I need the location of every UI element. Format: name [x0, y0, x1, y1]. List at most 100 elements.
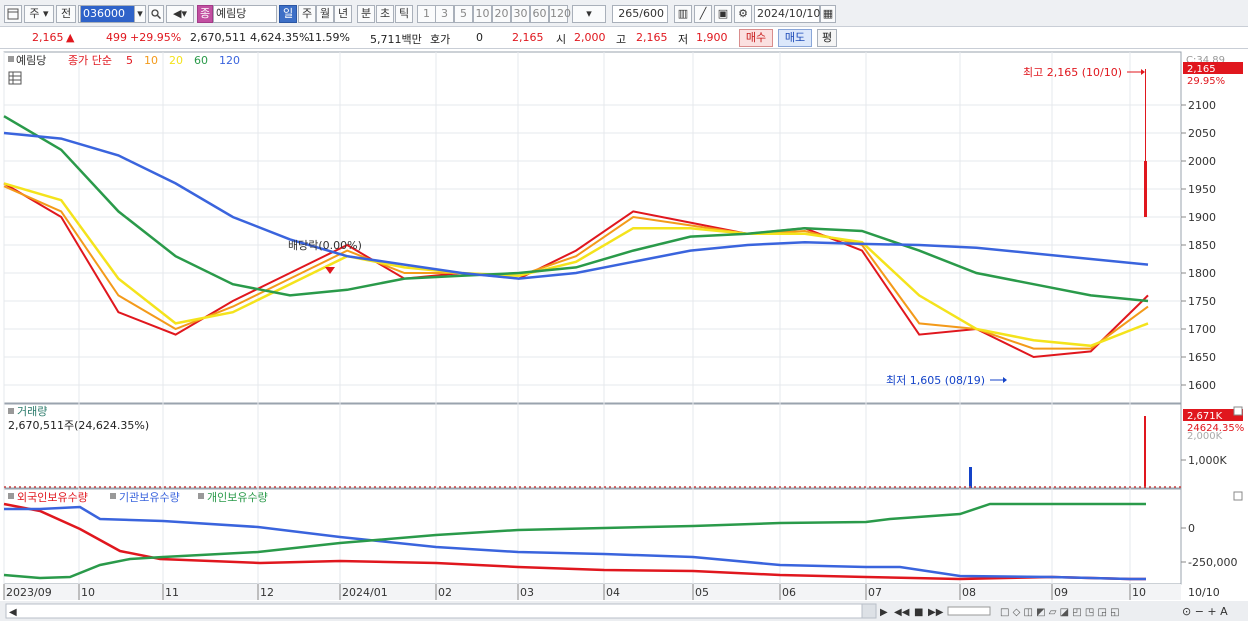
speaker-icon[interactable]: ◀▾ [166, 5, 194, 23]
interval-button-3[interactable]: 3 [435, 5, 454, 23]
quote-bar: 2,165 ▲ 499 +29.95% 2,670,511 4,624.35% … [0, 27, 1248, 49]
volume-value: 2,670,511 [190, 31, 246, 44]
x-tick-label: 07 [868, 586, 882, 599]
volume-menu-icon[interactable] [8, 408, 14, 414]
max-price-label: 최고 2,165 (10/10) [1023, 66, 1122, 79]
x-tick-label: 05 [695, 586, 709, 599]
count-input[interactable]: 265/600 [612, 5, 668, 23]
market-badge: 종 [197, 5, 213, 23]
draw-tool-icon[interactable]: ╱ [694, 5, 712, 23]
up-arrow-icon: ▲ [66, 31, 75, 44]
volume-pane-close-icon[interactable] [1233, 406, 1243, 416]
candle-icon[interactable]: ▥ [674, 5, 692, 23]
period-button-3[interactable]: 년 [334, 5, 352, 23]
interval-button-5[interactable]: 5 [454, 5, 473, 23]
change-percent: +29.95% [130, 31, 182, 44]
period-select[interactable]: 주 ▾ [24, 5, 54, 23]
holding-legend-label: 개인보유수량 [207, 491, 268, 504]
open-value: 2,000 [574, 31, 606, 44]
holding-pane-close-icon[interactable] [1233, 491, 1243, 501]
period-button-4[interactable]: 분 [357, 5, 375, 23]
period-button-0[interactable]: 일 [279, 5, 297, 23]
stop-icon[interactable]: ■ [914, 607, 923, 618]
sell-button[interactable]: 매도 [778, 29, 812, 47]
x-tick-label: 2023/09 [6, 586, 52, 599]
extra-select[interactable]: ▾ [572, 5, 606, 23]
scrollbar-track[interactable] [5, 603, 877, 619]
low-label: 저 [678, 33, 689, 46]
quote-price: 2,165 [512, 31, 544, 44]
buy-button[interactable]: 매수 [739, 29, 773, 47]
save-icon[interactable]: ▣ [714, 5, 732, 23]
current-price-tag: 2,165 [1187, 64, 1216, 75]
holding-legend-label: 기관보유수량 [119, 491, 180, 504]
calendar-icon[interactable]: ▦ [820, 5, 836, 23]
scroll-left-icon[interactable]: ◀ [9, 607, 17, 618]
scrollbar-thumb[interactable] [861, 603, 877, 619]
dividend-label: 배당락(0.00%) [288, 239, 362, 252]
volume-spike-bar [969, 467, 972, 488]
high-value: 2,165 [636, 31, 668, 44]
ma-legend-120: 120 [219, 54, 240, 67]
interval-button-60[interactable]: 60 [530, 5, 549, 23]
tool-icons[interactable]: □ ◇ ◫ ◩ ▱ ◪ ◰ ◳ ◲ ◱ [1000, 607, 1120, 618]
holding-legend-marker [110, 493, 116, 499]
layout-icon[interactable] [4, 5, 22, 23]
holding-legend-marker [8, 493, 14, 499]
holding-tick-0: 0 [1188, 522, 1195, 535]
x-tick-label: 03 [520, 586, 534, 599]
price-tick: 1650 [1188, 351, 1216, 364]
rewind-icon[interactable]: ◀◀ [894, 607, 910, 618]
x-tick-label: 10 [1132, 586, 1146, 599]
price-tick: 2050 [1188, 127, 1216, 140]
code-dropdown-icon[interactable]: ▾ [134, 5, 146, 23]
min-price-label: 최저 1,605 (08/19) [886, 374, 985, 387]
period-select-label: 주 [29, 7, 40, 20]
price-tick: 1700 [1188, 323, 1216, 336]
x-tick-label: 06 [782, 586, 796, 599]
x-tick-label: 10 [81, 586, 95, 599]
price-tick: 1950 [1188, 183, 1216, 196]
price-tick: 2000 [1188, 155, 1216, 168]
interval-button-30[interactable]: 30 [511, 5, 530, 23]
count-value: 265 [618, 7, 640, 20]
eval-button[interactable]: 평 [817, 29, 837, 47]
current-pct-tag: 29.95% [1187, 76, 1225, 87]
interval-button-20[interactable]: 20 [492, 5, 511, 23]
x-tick-label: 11 [165, 586, 179, 599]
period-button-6[interactable]: 틱 [395, 5, 413, 23]
period-button-2[interactable]: 월 [316, 5, 334, 23]
stock-name-input[interactable]: 예림당 [213, 5, 277, 23]
price-tick: 1800 [1188, 267, 1216, 280]
x-tick-label: 08 [962, 586, 976, 599]
ma-title: 종가 단순 [68, 54, 112, 67]
table-icon[interactable] [8, 71, 22, 85]
x-tick-label: 12 [260, 586, 274, 599]
interval-button-1[interactable]: 1 [417, 5, 436, 23]
pane-menu-icon[interactable] [8, 56, 14, 62]
ma-legend-20: 20 [169, 54, 183, 67]
zoom-icons[interactable]: ⊙ − + A [1182, 605, 1228, 618]
search-icon[interactable] [148, 5, 164, 23]
open-label: 시 [556, 33, 567, 46]
volume-title: 거래량 [17, 405, 47, 418]
speed-slider[interactable] [947, 606, 991, 616]
stock-code-input[interactable]: 036000 [80, 5, 136, 23]
period-button-5[interactable]: 초 [376, 5, 394, 23]
interval-button-120[interactable]: 120 [549, 5, 571, 23]
price-tick: 1750 [1188, 295, 1216, 308]
forward-icon[interactable]: ▶▶ [928, 607, 944, 618]
prev-button[interactable]: 전 [56, 5, 76, 23]
interval-button-10[interactable]: 10 [473, 5, 492, 23]
date-input[interactable]: 2024/10/10 [754, 5, 820, 23]
ma-legend-5: 5 [126, 54, 133, 67]
high-label: 고 [616, 33, 627, 46]
volume-tag: 2,671K [1187, 411, 1223, 422]
period-button-1[interactable]: 주 [298, 5, 316, 23]
price-tick: 2100 [1188, 99, 1216, 112]
volume-tick: 1,000K [1188, 454, 1227, 467]
stock-chart[interactable]: 2100205020001950190018501800175017001650… [0, 49, 1248, 621]
scroll-right-icon[interactable]: ▶ [880, 607, 888, 618]
gear-icon[interactable]: ⚙ [734, 5, 752, 23]
holding-legend-label: 외국인보유수량 [17, 491, 88, 504]
